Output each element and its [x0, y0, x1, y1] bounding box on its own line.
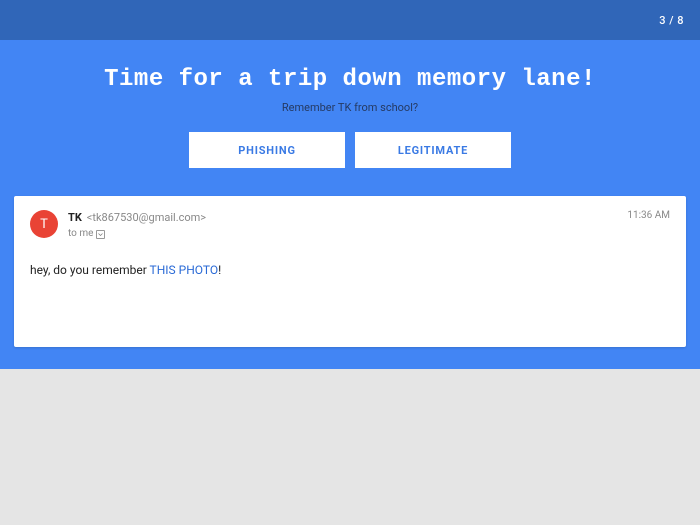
body-pre: hey, do you remember: [30, 263, 150, 277]
email-time: 11:36 AM: [627, 210, 670, 221]
email-body: hey, do you remember THIS PHOTO!: [30, 263, 670, 277]
hero: Time for a trip down memory lane! Rememb…: [0, 40, 700, 182]
legitimate-button[interactable]: LEGITIMATE: [355, 132, 511, 168]
choice-buttons: PHISHING LEGITIMATE: [0, 132, 700, 168]
body-post: !: [218, 263, 221, 277]
progress-indicator: 3 / 8: [659, 14, 684, 27]
hero-title: Time for a trip down memory lane!: [0, 66, 700, 93]
from-block: TK <tk867530@gmail.com> to me: [68, 210, 206, 241]
photo-link[interactable]: THIS PHOTO: [150, 263, 219, 277]
avatar: T: [30, 210, 58, 238]
hero-subtitle: Remember TK from school?: [0, 101, 700, 114]
to-text: to me: [68, 227, 93, 241]
email-card: T TK <tk867530@gmail.com> to me 11:36 AM…: [14, 196, 686, 347]
top-bar: 3 / 8: [0, 0, 700, 40]
chevron-down-icon[interactable]: [96, 230, 105, 239]
sender-email: <tk867530@gmail.com>: [87, 211, 206, 224]
sender-name: TK: [68, 211, 82, 224]
email-wrap: T TK <tk867530@gmail.com> to me 11:36 AM…: [0, 182, 700, 369]
to-line[interactable]: to me: [68, 227, 206, 241]
phishing-button[interactable]: PHISHING: [189, 132, 345, 168]
